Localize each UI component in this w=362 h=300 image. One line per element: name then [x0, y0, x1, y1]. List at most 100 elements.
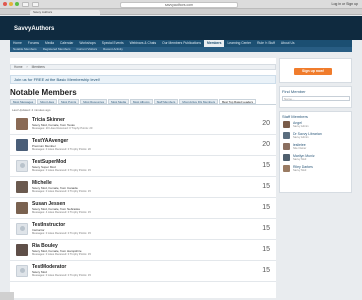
staff-members-title: Staff Members	[282, 114, 308, 119]
tab-most-albums[interactable]: Most Albums	[130, 99, 153, 104]
site-logo[interactable]: SavvyAuthors	[14, 26, 54, 36]
sub-nav: Notable Members Registered Members Current…	[10, 47, 352, 52]
member-row: TestInstructor Instructor Messages: 0 Like…	[10, 219, 276, 240]
tab-most-resources[interactable]: Most Resources	[80, 99, 108, 104]
browser-nav-buttons	[22, 2, 39, 7]
main-nav: Home Forums Media Calendar Workshops Special …	[10, 40, 352, 47]
site-header: SavvyAuthors	[0, 16, 362, 40]
maximize-window-icon[interactable]	[15, 2, 19, 6]
staff-avatar[interactable]	[283, 121, 290, 128]
member-score: 15	[262, 183, 270, 190]
staff-avatar[interactable]	[283, 132, 290, 139]
member-row: TestModerator Savvy Mod Messages: 0 Likes …	[10, 261, 276, 282]
member-score: 15	[262, 267, 270, 274]
nav-item-learning-center[interactable]: Learning Center	[224, 40, 254, 47]
nav-item-calendar[interactable]: Calendar	[57, 40, 76, 47]
member-row: TestSuperMod Savvy Super Mod Messages: 0 L…	[10, 156, 276, 177]
find-member-input[interactable]: Name...	[282, 96, 350, 101]
member-avatar[interactable]	[16, 202, 28, 214]
signup-button[interactable]: Sign up now!	[294, 68, 332, 75]
main-content: Home › Members Join us for FREE at the B…	[10, 58, 276, 298]
header-login-link[interactable]: Log in or Sign up	[332, 2, 358, 6]
member-stats: Messages: 0 Likes Received: 0 Trophy Poi…	[32, 274, 91, 277]
nav-item-about-us[interactable]: About Us	[278, 40, 298, 47]
member-stats: Messages: 0 Likes Received: 0 Trophy Poi…	[32, 148, 91, 151]
nav-item-workshops[interactable]: Workshops	[76, 40, 98, 47]
breadcrumb-members[interactable]: Members	[32, 65, 45, 69]
nav-item-special-events[interactable]: Special Events	[99, 40, 127, 47]
breadcrumb: Home › Members	[10, 64, 276, 70]
status-bar	[0, 292, 14, 300]
member-score: 15	[262, 246, 270, 253]
subnav-item-current-visitors[interactable]: Current Visitors	[74, 47, 101, 52]
member-row: Tricia Skinner Savvy Mod, Female, from Te…	[10, 114, 276, 135]
member-avatar[interactable]	[16, 265, 28, 277]
staff-members-box: Staff Members Angel Savvy Admin Dr Savvy L…	[279, 111, 352, 193]
member-avatar[interactable]	[16, 181, 28, 193]
member-stats: Messages: 0 Likes Received: 0 Trophy Poi…	[32, 232, 91, 235]
nav-item-our-members-publications[interactable]: Our Members Publications	[159, 40, 204, 47]
staff-role: Savvy Admin	[293, 136, 309, 139]
member-tabs: Most Messages Most Likes Most Points Most R…	[10, 99, 276, 105]
nav-item-webinars-chats[interactable]: Webinars & Chats	[127, 40, 160, 47]
member-row: Michelle Savvy Mod, Female, from Canada Me…	[10, 177, 276, 198]
forward-icon[interactable]	[32, 2, 39, 7]
member-avatar[interactable]	[16, 244, 28, 256]
member-row: Susan Jessen Savvy Mod, Female, from Nebr…	[10, 198, 276, 219]
subnav-item-recent-activity[interactable]: Recent Activity	[100, 47, 126, 52]
tab-most-active-dg-members[interactable]: Most Active DG Members	[179, 99, 219, 104]
member-stats: Messages: 4 Likes Received: 0 Trophy Poi…	[32, 211, 91, 214]
tab-best-top-rated-leaders[interactable]: Best Top Rated Leaders	[219, 99, 257, 104]
member-score: 20	[262, 120, 270, 127]
subnav-item-registered-members[interactable]: Registered Members	[40, 47, 74, 52]
member-avatar[interactable]	[16, 160, 28, 172]
staff-avatar[interactable]	[283, 143, 290, 150]
staff-role: Savvy Admin	[293, 125, 309, 128]
subnav-item-notable-members[interactable]: Notable Members	[10, 47, 40, 52]
nav-item-members[interactable]: Members	[203, 40, 225, 47]
staff-role: Site Owner	[293, 147, 307, 150]
member-stats: Messages: 20 Likes Received: 0 Trophy Po…	[32, 127, 93, 130]
browser-tab-strip: Savvy Authors	[0, 9, 362, 15]
signup-box: Sign up now!	[279, 58, 352, 83]
nav-item-forums[interactable]: Forums	[25, 40, 42, 47]
find-member-box: Find Member Name...	[279, 86, 352, 108]
breadcrumb-home[interactable]: Home	[14, 65, 23, 69]
membership-notice[interactable]: Join us for FREE at the Basic Membership…	[10, 75, 276, 84]
member-stats: Messages: 0 Likes Received: 0 Trophy Poi…	[32, 190, 91, 193]
minimize-window-icon[interactable]	[9, 2, 13, 6]
tab-most-points[interactable]: Most Points	[58, 99, 80, 104]
tab-most-media[interactable]: Most Media	[108, 99, 130, 104]
tab-most-likes[interactable]: Most Likes	[37, 99, 58, 104]
address-bar[interactable]: savvyauthors.com	[120, 1, 238, 8]
member-score: 15	[262, 225, 270, 232]
window-controls	[3, 2, 19, 6]
breadcrumb-separator: ›	[26, 65, 28, 69]
member-row: Ria Bouley Savvy Mod, Female, from Hampsh…	[10, 240, 276, 261]
member-avatar[interactable]	[16, 223, 28, 235]
staff-avatar[interactable]	[283, 165, 290, 172]
page-title: Notable Members	[10, 88, 77, 97]
nav-item-rule-n-stuff[interactable]: Rule 'n Stuff	[254, 40, 278, 47]
member-stats: Messages: 0 Likes Received: 0 Trophy Poi…	[32, 169, 91, 172]
member-score: 15	[262, 162, 270, 169]
member-stats: Messages: 0 Likes Received: 0 Trophy Poi…	[32, 253, 91, 256]
staff-role: Savvy Mod	[293, 158, 307, 161]
member-score: 20	[262, 141, 270, 148]
browser-toolbar: savvyauthors.com Log in or Sign up	[0, 0, 362, 9]
browser-tab[interactable]: Savvy Authors	[30, 9, 100, 15]
back-icon[interactable]	[22, 2, 29, 7]
nav-item-media[interactable]: Media	[42, 40, 57, 47]
member-list: Tricia Skinner Savvy Mod, Female, from Te…	[10, 114, 276, 282]
tab-most-messages[interactable]: Most Messages	[10, 99, 37, 104]
nav-item-home[interactable]: Home	[10, 40, 25, 47]
close-window-icon[interactable]	[3, 2, 7, 6]
tab-staff-members[interactable]: Staff Members	[153, 99, 179, 104]
member-avatar[interactable]	[16, 118, 28, 130]
member-row: TestYAAvenger Premium Member Messages: 0 L…	[10, 135, 276, 156]
member-avatar[interactable]	[16, 139, 28, 151]
last-updated: Last Updated: 4 minutes ago	[12, 108, 51, 112]
staff-role: Savvy Mod	[293, 169, 307, 172]
staff-avatar[interactable]	[283, 154, 290, 161]
member-score: 15	[262, 204, 270, 211]
